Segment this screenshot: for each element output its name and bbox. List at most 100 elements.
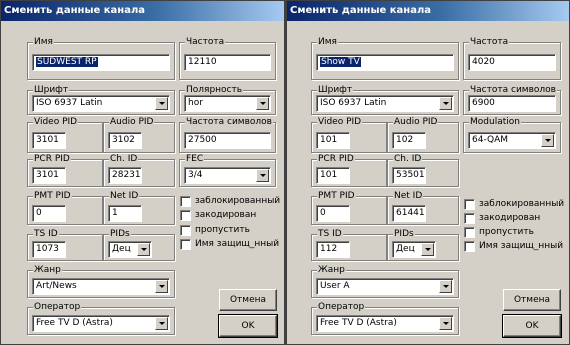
operator-label: Оператор	[317, 302, 366, 312]
video-pid-input[interactable]: 101	[316, 132, 350, 149]
symbol-rate-label: Частота символов	[185, 117, 273, 127]
ts-id-input[interactable]: 112	[316, 241, 350, 258]
pids-label: PIDs	[109, 229, 131, 239]
pcr-pid-input[interactable]: 3101	[32, 167, 66, 184]
operator-group: Оператор Free TV D (Astra)	[27, 302, 175, 335]
dialog-title: Сменить данные канала	[287, 1, 569, 21]
ok-button[interactable]: OK	[502, 314, 562, 338]
operator-label: Оператор	[33, 302, 82, 312]
pmt-pid-group: PMT PID 0	[311, 191, 387, 225]
genre-select[interactable]: Art/News	[32, 278, 170, 295]
genre-value: Art/News	[36, 281, 77, 291]
operator-select[interactable]: Free TV D (Astra)	[316, 315, 454, 332]
operator-select[interactable]: Free TV D (Astra)	[32, 315, 170, 332]
skip-checkbox[interactable]: пропустить	[464, 227, 568, 239]
font-group: Шрифт ISO 6937 Latin	[27, 85, 175, 115]
operator-value: Free TV D (Astra)	[36, 318, 113, 328]
checkbox-box[interactable]	[464, 241, 475, 252]
net-id-input[interactable]: 61441	[392, 205, 426, 222]
pids-value: Дец	[112, 244, 131, 254]
scrambled-checkbox[interactable]: закодирован	[180, 210, 284, 222]
chevron-down-icon[interactable]	[137, 243, 150, 256]
audio-pid-input[interactable]: 3102	[108, 132, 142, 149]
name-input[interactable]: Show TV	[316, 54, 454, 71]
audio-pid-group: Audio PID 102	[387, 117, 459, 153]
chevron-down-icon[interactable]	[256, 169, 269, 182]
scrambled-checkbox[interactable]: закодирован	[464, 213, 568, 225]
checkbox-box[interactable]	[180, 196, 191, 207]
audio-pid-input[interactable]: 102	[392, 132, 426, 149]
locked-checkbox[interactable]: заблокированный	[180, 196, 284, 208]
name-protected-label: Имя защищ_нный	[479, 241, 564, 251]
checkbox-box[interactable]	[180, 225, 191, 236]
name-protected-checkbox[interactable]: Имя защищ_нный	[464, 241, 568, 253]
name-label: Имя	[317, 37, 338, 47]
net-id-group: Net ID 61441	[387, 191, 459, 225]
font-select[interactable]: ISO 6937 Latin	[32, 95, 170, 112]
symbol-rate-input[interactable]: 27500	[184, 132, 271, 149]
modulation-select[interactable]: 64-QAM	[468, 132, 556, 149]
pmt-pid-label: PMT PID	[33, 191, 72, 201]
polarity-select[interactable]: hor	[184, 95, 271, 112]
ts-id-group: TS ID 112	[311, 229, 387, 261]
modulation-label: Modulation	[469, 117, 521, 127]
chevron-down-icon[interactable]	[155, 280, 168, 293]
chevron-down-icon[interactable]	[421, 243, 434, 256]
symbol-rate-group: Частота символов 27500	[179, 117, 276, 153]
chevron-down-icon[interactable]	[439, 317, 452, 330]
ch-id-input[interactable]: 53501	[392, 167, 426, 184]
polarity-value: hor	[188, 98, 203, 108]
skip-label: пропустить	[195, 225, 250, 235]
modulation-value: 64-QAM	[472, 135, 509, 145]
frequency-label: Частота	[185, 37, 226, 47]
skip-label: пропустить	[479, 227, 534, 237]
pids-select[interactable]: Дец	[392, 241, 436, 258]
chevron-down-icon[interactable]	[439, 97, 452, 110]
checkbox-box[interactable]	[464, 227, 475, 238]
genre-select[interactable]: User A	[316, 278, 454, 295]
font-group: Шрифт ISO 6937 Latin	[311, 85, 459, 115]
fec-value: 3/4	[188, 170, 203, 180]
chevron-down-icon[interactable]	[541, 134, 554, 147]
genre-label: Жанр	[317, 265, 346, 275]
chevron-down-icon[interactable]	[155, 97, 168, 110]
pcr-pid-input[interactable]: 101	[316, 167, 350, 184]
chevron-down-icon[interactable]	[256, 97, 269, 110]
polarity-group: Полярность hor	[179, 85, 276, 115]
modulation-group: Modulation 64-QAM	[463, 117, 561, 153]
pmt-pid-input[interactable]: 0	[316, 205, 350, 222]
locked-checkbox[interactable]: заблокированный	[464, 199, 568, 211]
checkbox-box[interactable]	[464, 199, 475, 210]
font-select[interactable]: ISO 6937 Latin	[316, 95, 454, 112]
pids-group: PIDs Дец	[103, 229, 175, 261]
font-label: Шрифт	[33, 85, 70, 95]
checkbox-box[interactable]	[464, 213, 475, 224]
pids-select[interactable]: Дец	[108, 241, 152, 258]
video-pid-input[interactable]: 3101	[32, 132, 66, 149]
net-id-input[interactable]: 1	[108, 205, 142, 222]
scrambled-label: закодирован	[479, 213, 541, 223]
locked-label: заблокированный	[479, 199, 565, 209]
cancel-button[interactable]: Отмена	[219, 289, 277, 311]
ts-id-input[interactable]: 1073	[32, 241, 66, 258]
checkbox-box[interactable]	[180, 239, 191, 250]
audio-pid-label: Audio PID	[393, 117, 439, 127]
frequency-input[interactable]: 4020	[468, 54, 556, 71]
ch-id-input[interactable]: 28231	[108, 167, 142, 184]
genre-label: Жанр	[33, 265, 62, 275]
audio-pid-label: Audio PID	[109, 117, 155, 127]
ts-id-label: TS ID	[317, 229, 343, 239]
frequency-input[interactable]: 12110	[184, 54, 271, 71]
name-protected-checkbox[interactable]: Имя защищ_нный	[180, 239, 284, 251]
name-input[interactable]: SUDWEST RP	[32, 54, 170, 71]
chevron-down-icon[interactable]	[155, 317, 168, 330]
pmt-pid-input[interactable]: 0	[32, 205, 66, 222]
skip-checkbox[interactable]: пропустить	[180, 225, 284, 237]
chevron-down-icon[interactable]	[439, 280, 452, 293]
fec-select[interactable]: 3/4	[184, 167, 271, 184]
cancel-button[interactable]: Отмена	[503, 289, 561, 311]
symbol-rate-input[interactable]: 6900	[468, 95, 556, 112]
checkbox-box[interactable]	[180, 210, 191, 221]
ok-button[interactable]: OK	[218, 314, 278, 338]
dialog-title: Сменить данные канала	[1, 1, 284, 21]
